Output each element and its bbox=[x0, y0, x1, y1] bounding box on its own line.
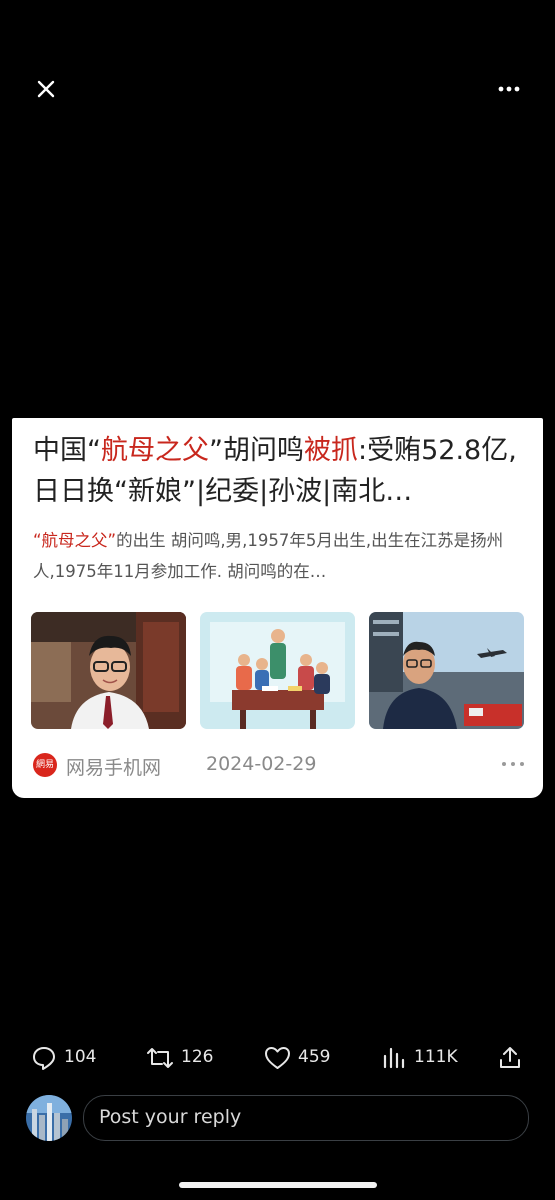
like-count: 459 bbox=[298, 1047, 331, 1067]
more-horizontal-icon bbox=[502, 762, 524, 766]
home-indicator[interactable] bbox=[179, 1182, 377, 1188]
news-summary: “航母之父”的出生 胡问鸣,男,1957年5月出生,出生在江苏是扬州人,1975… bbox=[33, 525, 528, 587]
title-highlight: 航母之父 bbox=[101, 435, 209, 466]
thumbnail-carrier[interactable] bbox=[369, 612, 524, 729]
title-highlight: 被抓 bbox=[304, 435, 358, 466]
repost-button[interactable]: 126 bbox=[146, 1040, 216, 1076]
close-button[interactable] bbox=[30, 73, 62, 105]
carrier-deck-photo bbox=[369, 612, 524, 729]
avatar-image bbox=[26, 1095, 72, 1141]
card-more-button[interactable] bbox=[498, 754, 528, 774]
bar-chart-icon bbox=[383, 1047, 405, 1069]
reply-button[interactable]: 104 bbox=[31, 1040, 101, 1076]
publish-date: 2024-02-29 bbox=[206, 753, 317, 775]
post-media-viewer: 中国“航母之父”胡问鸣被抓:受贿52.8亿,日日换“新娘”|纪委|孙波|南北… … bbox=[0, 0, 555, 1200]
news-card[interactable]: 中国“航母之父”胡问鸣被抓:受贿52.8亿,日日换“新娘”|纪委|孙波|南北… … bbox=[12, 418, 543, 798]
user-avatar[interactable] bbox=[26, 1095, 72, 1141]
view-count: 111K bbox=[414, 1047, 458, 1067]
reply-placeholder: Post your reply bbox=[99, 1106, 242, 1128]
repost-count: 126 bbox=[181, 1047, 214, 1067]
more-options-button[interactable] bbox=[493, 76, 525, 102]
post-action-bar: 104 126 459 111K bbox=[0, 1040, 555, 1076]
share-button[interactable] bbox=[498, 1040, 524, 1076]
meeting-illustration bbox=[200, 612, 355, 729]
reply-input[interactable]: Post your reply bbox=[83, 1095, 529, 1141]
like-button[interactable]: 459 bbox=[264, 1040, 334, 1076]
heart-icon bbox=[265, 1047, 290, 1069]
news-title: 中国“航母之父”胡问鸣被抓:受贿52.8亿,日日换“新娘”|纪委|孙波|南北… bbox=[33, 430, 528, 512]
news-source-row: 網易 网易手机网 2024-02-29 bbox=[33, 751, 528, 779]
close-icon bbox=[37, 80, 55, 98]
views-button[interactable]: 111K bbox=[382, 1040, 458, 1076]
title-part: 中国“ bbox=[33, 435, 101, 466]
more-horizontal-icon bbox=[498, 86, 520, 92]
thumbnail-meeting[interactable] bbox=[200, 612, 355, 729]
summary-highlight: “航母之父” bbox=[33, 531, 117, 550]
repost-icon bbox=[147, 1048, 173, 1068]
portrait-photo bbox=[31, 612, 186, 729]
netease-logo-icon: 網易 bbox=[33, 753, 57, 777]
reply-icon bbox=[33, 1047, 55, 1070]
thumbnail-portrait[interactable] bbox=[31, 612, 186, 729]
title-part: ”胡问鸣 bbox=[209, 435, 304, 466]
share-icon bbox=[500, 1047, 520, 1068]
source-name: 网易手机网 bbox=[66, 757, 162, 779]
reply-count: 104 bbox=[64, 1047, 97, 1067]
